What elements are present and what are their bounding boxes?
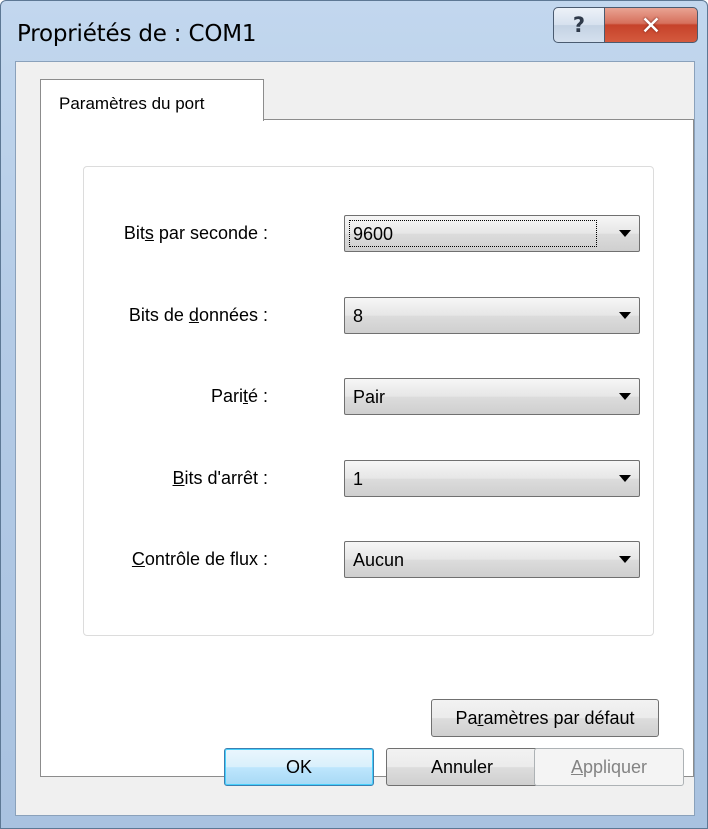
chevron-down-icon — [619, 556, 631, 563]
help-icon: ? — [572, 13, 586, 37]
data-bits-select[interactable]: 8 — [344, 297, 640, 334]
chevron-down-icon — [619, 475, 631, 482]
close-icon: ✕ — [640, 10, 662, 40]
tab-page: Bits par seconde : 9600 Bits de données … — [40, 119, 694, 777]
stop-bits-select[interactable]: 1 — [344, 460, 640, 497]
chevron-down-icon — [619, 230, 631, 237]
close-button[interactable]: ✕ — [604, 7, 698, 43]
port-settings-group: Bits par seconde : 9600 Bits de données … — [83, 166, 654, 636]
help-button[interactable]: ? — [553, 7, 605, 43]
stop-bits-label: Bits d'arrêt : — [172, 468, 268, 488]
properties-window: Propriétés de : COM1 ? ✕ Paramètres du p… — [0, 0, 708, 829]
flow-control-label: Contrôle de flux : — [131, 549, 268, 569]
parity-select[interactable]: Pair — [344, 378, 640, 415]
chevron-down-icon — [619, 312, 631, 319]
tab-port-settings[interactable]: Paramètres du port — [40, 79, 264, 121]
dialog-client-area: Paramètres du port Bits par seconde : 96… — [15, 61, 695, 816]
bits-per-second-value: 9600 — [353, 224, 394, 244]
bits-per-second-label: Bits par seconde : — [123, 223, 268, 243]
ok-button[interactable]: OK — [224, 748, 374, 786]
cancel-button[interactable]: Annuler — [386, 748, 538, 786]
flow-control-value: Aucun — [353, 550, 405, 570]
data-bits-value: 8 — [353, 306, 364, 326]
parity-label: Parité : — [210, 386, 268, 406]
flow-control-select[interactable]: Aucun — [344, 541, 640, 578]
apply-button[interactable]: Appliquer — [534, 748, 684, 786]
data-bits-label: Bits de données : — [128, 305, 268, 325]
restore-defaults-button[interactable]: Pa r amètres par défaut — [431, 699, 659, 737]
window-title: Propriétés de : COM1 — [17, 21, 257, 47]
stop-bits-value: 1 — [353, 469, 364, 489]
title-bar[interactable]: Propriétés de : COM1 ? ✕ — [1, 1, 707, 59]
chevron-down-icon — [619, 393, 631, 400]
parity-value: Pair — [353, 387, 386, 407]
bits-per-second-select[interactable]: 9600 — [344, 215, 640, 252]
